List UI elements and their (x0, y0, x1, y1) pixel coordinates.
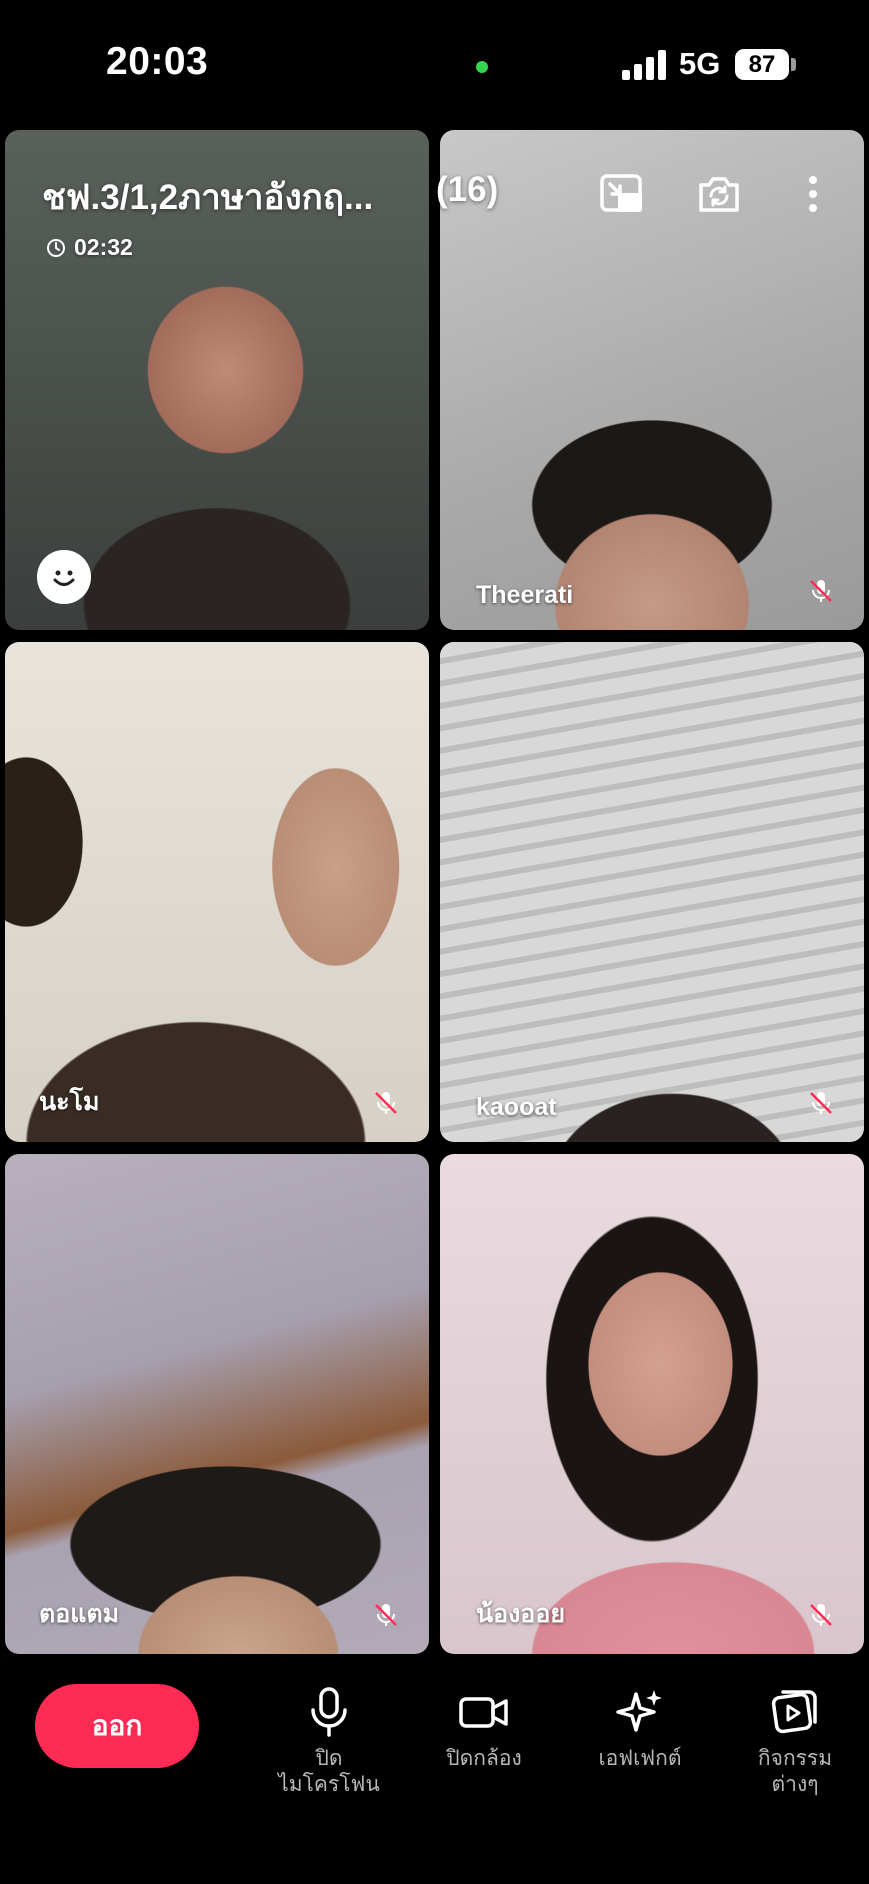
mic-label-line1: ปิด (315, 1747, 343, 1770)
effects-label: เอฟเฟกต์ (598, 1747, 682, 1770)
effects-button[interactable]: เอฟเฟกต์ (570, 1686, 710, 1772)
video-tile[interactable]: ตอแตม (5, 1154, 429, 1654)
signal-icon (622, 50, 666, 80)
mic-off-icon (810, 1092, 832, 1114)
flip-camera-icon[interactable] (695, 170, 743, 218)
call-title[interactable]: ชฟ.3/1,2ภาษาอังกฤ... (42, 170, 373, 225)
camera-toggle-button[interactable]: ปิดกล้อง (414, 1686, 554, 1772)
participant-name: kaooat (476, 1093, 557, 1121)
clock-icon (47, 239, 65, 257)
participant-name: Theerati (476, 581, 574, 609)
network-type: 5G (679, 46, 721, 81)
participant-video (5, 642, 429, 1142)
video-tile[interactable]: น้องออย (440, 1154, 864, 1654)
call-timer: 02:32 (74, 234, 133, 260)
participant-name: ตอแตม (39, 1600, 120, 1628)
video-tile[interactable]: kaooat (440, 642, 864, 1142)
participant-video (440, 1154, 864, 1654)
battery-level: 87 (748, 51, 776, 78)
participant-name: น้องออย (476, 1600, 565, 1628)
microphone-icon (311, 1687, 347, 1737)
activities-button[interactable]: กิจกรรม ต่างๆ (725, 1686, 865, 1798)
leave-button[interactable]: ออก (35, 1684, 199, 1768)
mic-off-icon (810, 1604, 832, 1626)
video-tile[interactable]: นะโม (5, 642, 429, 1142)
sparkle-icon (616, 1690, 662, 1732)
participant-name: นะโม (39, 1088, 100, 1116)
call-controls: ออก ปิด ไมโครโฟน ปิดกล้อง เอฟเฟกต์ กิจกร… (0, 1660, 869, 1884)
call-header: ชฟ.3/1,2ภาษาอังกฤ... (16) 02:32 (0, 130, 869, 270)
participant-video (5, 1154, 429, 1654)
activities-label-line2: ต่างๆ (771, 1773, 819, 1796)
camera-in-use-indicator (476, 61, 488, 73)
mic-off-icon (375, 1092, 397, 1114)
mic-toggle-button[interactable]: ปิด ไมโครโฟน (259, 1686, 399, 1798)
mic-off-icon (810, 580, 832, 602)
camera-label: ปิดกล้อง (446, 1747, 522, 1770)
status-bar: 20:03 5G 87 (0, 0, 869, 130)
participant-video (440, 642, 864, 1142)
activities-icon (771, 1690, 817, 1734)
emoji-icon[interactable] (37, 550, 91, 604)
battery-icon: 87 (735, 49, 789, 80)
status-time: 20:03 (106, 40, 209, 83)
minimize-icon[interactable] (598, 170, 646, 218)
participant-count[interactable]: (16) (436, 170, 498, 210)
more-icon[interactable] (789, 170, 837, 218)
activities-label-line1: กิจกรรม (757, 1747, 833, 1770)
mic-label-line2: ไมโครโฟน (278, 1773, 380, 1796)
camera-icon (459, 1697, 508, 1728)
battery-cap (791, 58, 796, 71)
mic-off-icon (375, 1604, 397, 1626)
